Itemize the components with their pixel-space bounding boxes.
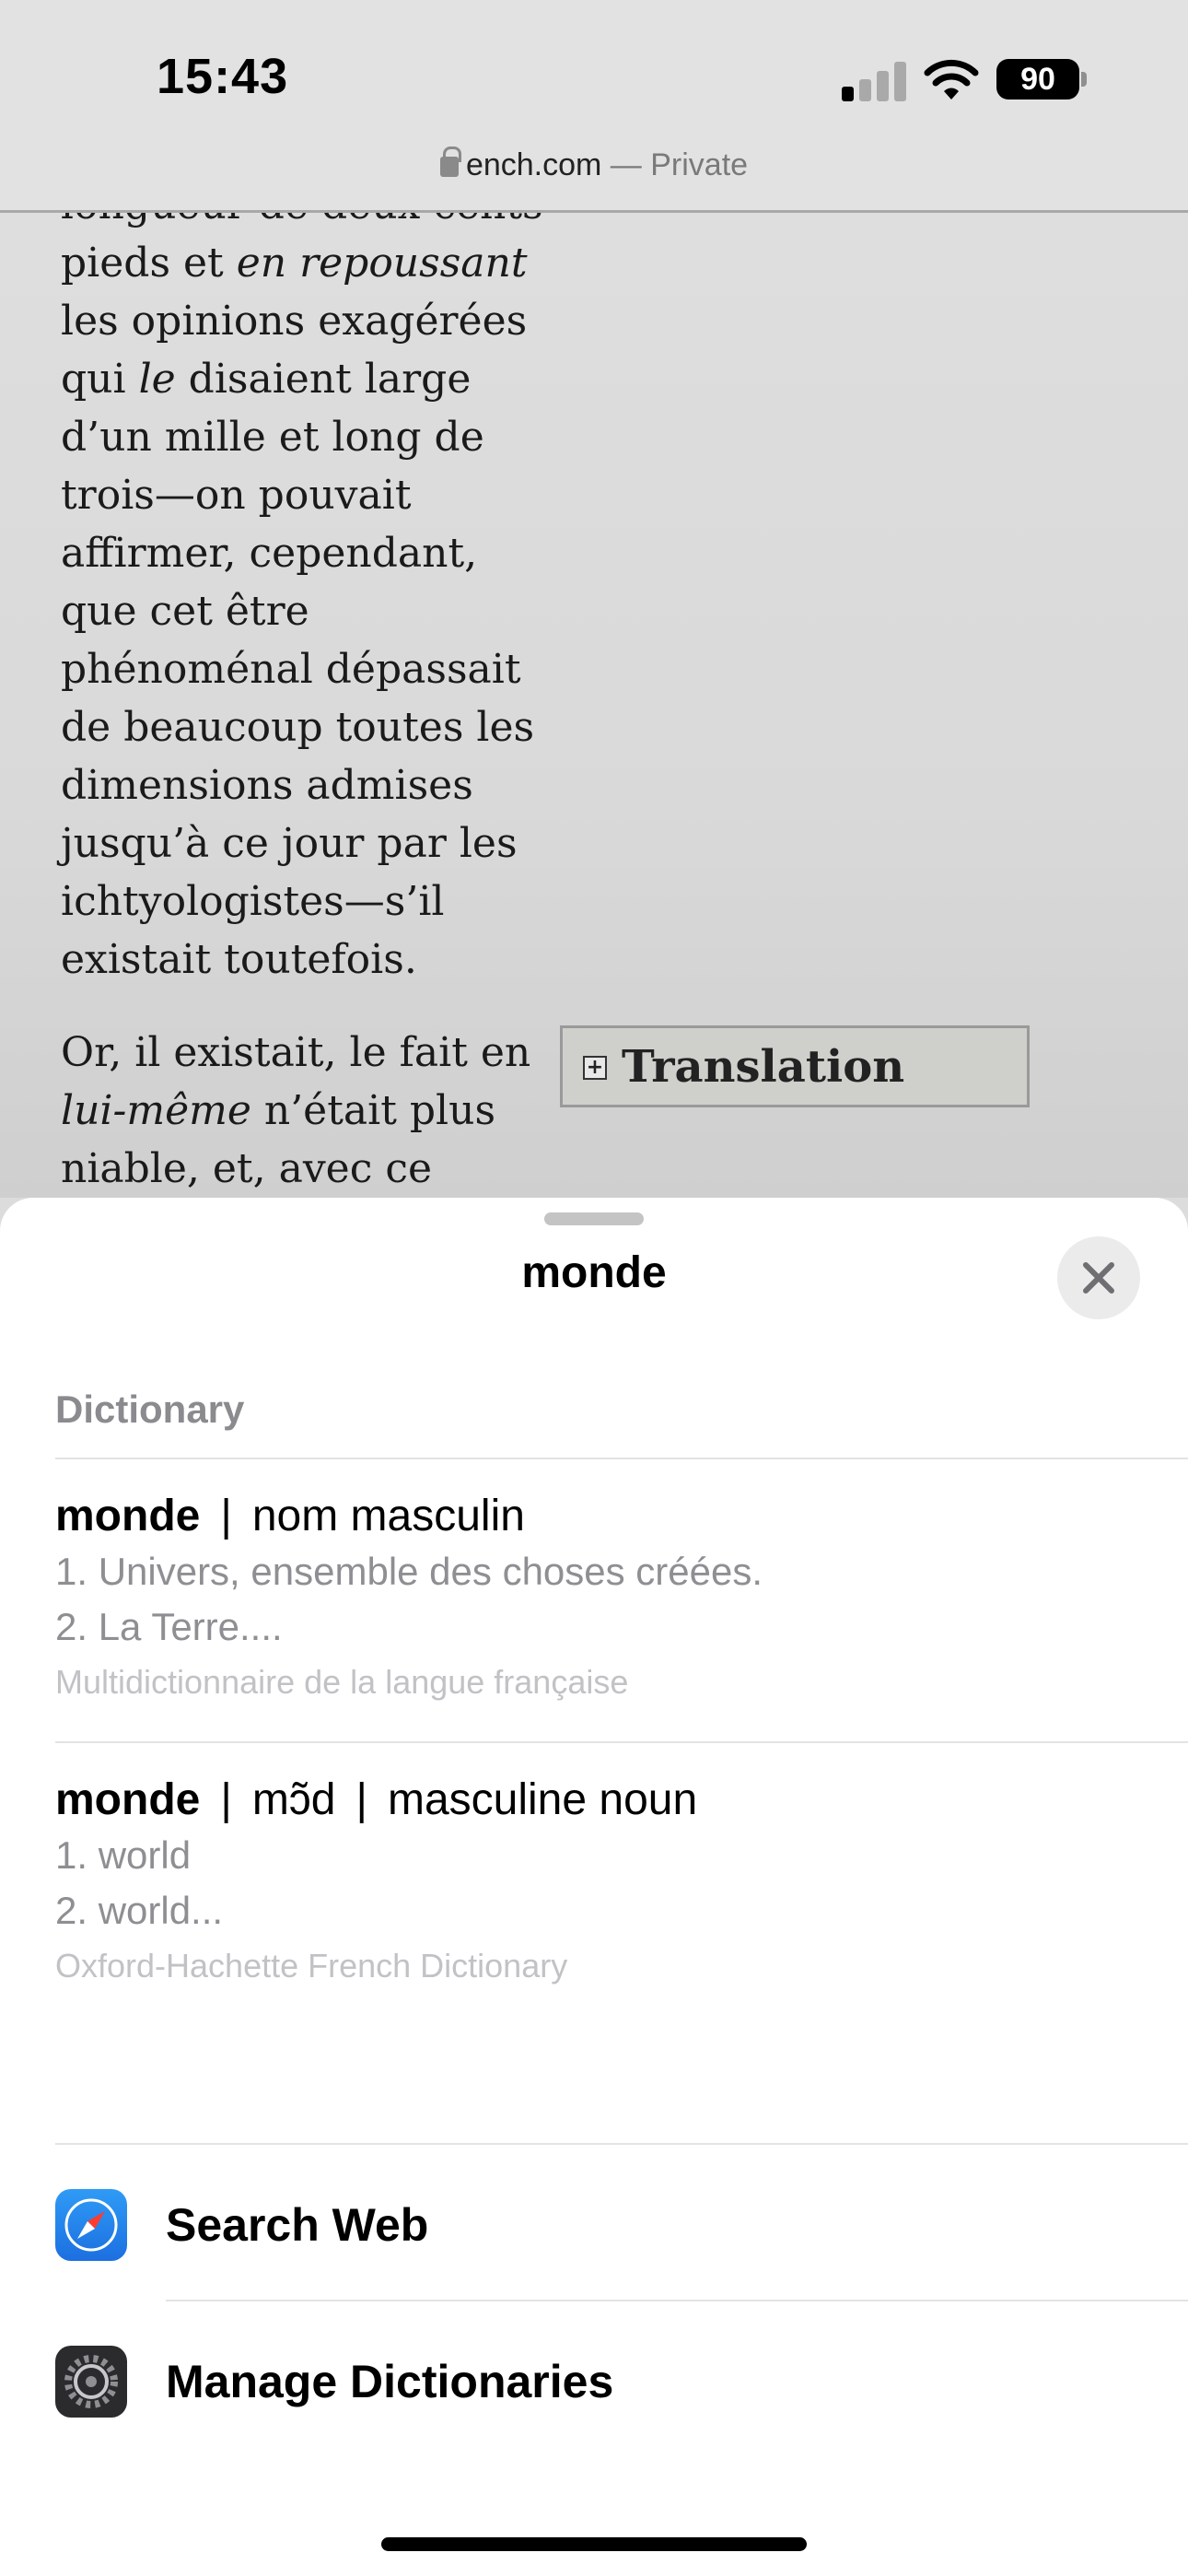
article-line: niable, et, avec ce xyxy=(61,1145,433,1192)
entry-pronunciation: mɔ̃d xyxy=(251,1775,336,1824)
entry-word: monde xyxy=(55,1775,201,1824)
status-bar: 15:43 90 xyxy=(0,0,1188,147)
home-indicator[interactable] xyxy=(381,2537,807,2551)
settings-gear-icon xyxy=(55,2346,127,2418)
article-line: pieds et en repoussant xyxy=(61,240,528,287)
article-line: lui-même n’était plus xyxy=(61,1087,496,1134)
translation-toggle[interactable]: + Translation xyxy=(560,1025,1030,1107)
search-web-button[interactable]: Search Web xyxy=(0,2147,1188,2301)
entry-grammar: masculine noun xyxy=(387,1775,698,1824)
article-line: ichtyologistes—s’il xyxy=(61,878,445,925)
article-line: que cet être xyxy=(61,588,309,635)
translation-label: Translation xyxy=(622,1041,905,1093)
entry-definition: 1. world xyxy=(55,1833,192,1877)
dictionary-entry[interactable]: monde | nom masculin 1. Univers, ensemble … xyxy=(55,1489,1142,1710)
article-content: longueur de deux cents pieds et en repous… xyxy=(0,213,1188,1198)
entry-source: Multidictionnaire de la langue française xyxy=(55,1663,629,1701)
entry-headline: monde | mɔ̃d | masculine noun xyxy=(55,1775,698,1824)
divider xyxy=(55,2143,1188,2145)
article-line: qui le disaient large xyxy=(61,356,472,403)
status-time: 15:43 xyxy=(157,49,289,104)
entry-definition: 1. Univers, ensemble des choses créées. xyxy=(55,1550,763,1593)
article-line: dimensions admises xyxy=(61,762,473,809)
dictionary-section-header: Dictionary xyxy=(55,1388,245,1431)
entry-headline: monde | nom masculin xyxy=(55,1492,525,1540)
article-line: Or, il existait, le fait en xyxy=(61,1029,531,1076)
sheet-grabber[interactable] xyxy=(544,1212,644,1225)
divider xyxy=(55,1741,1188,1743)
entry-grammar: nom masculin xyxy=(251,1492,525,1540)
cellular-signal-icon xyxy=(842,61,906,101)
lookup-sheet: monde Dictionary monde | nom masculin 1. U… xyxy=(0,1198,1188,2576)
search-web-label: Search Web xyxy=(166,2199,429,2251)
divider xyxy=(55,1458,1188,1459)
article-line: de beaucoup toutes les xyxy=(61,704,535,751)
article-line: trois—on pouvait xyxy=(61,472,412,519)
expand-plus-icon: + xyxy=(583,1056,607,1080)
battery-tip xyxy=(1081,72,1087,87)
lock-icon xyxy=(439,146,461,177)
divider xyxy=(166,2300,1188,2301)
close-icon xyxy=(1083,1262,1114,1294)
article-paragraph-2: Or, il existait, le fait en lui-même n’ét… xyxy=(61,1024,540,1198)
battery-indicator: 90 xyxy=(996,59,1079,100)
wifi-icon xyxy=(924,59,979,100)
entry-word: monde xyxy=(55,1492,201,1540)
dictionary-entry[interactable]: monde | mɔ̃d | masculine noun 1. world 2. wo… xyxy=(55,1773,1142,1994)
close-button[interactable] xyxy=(1057,1236,1140,1319)
article-line: jusqu’à ce jour par les xyxy=(61,820,518,867)
entry-definition: 2. La Terre.... xyxy=(55,1605,283,1648)
article-line: affirmer, cependant, xyxy=(61,530,478,577)
manage-dictionaries-label: Manage Dictionaries xyxy=(166,2356,614,2407)
entry-source: Oxford-Hachette French Dictionary xyxy=(55,1947,568,1985)
article-line: existait toutefois. xyxy=(61,936,417,983)
manage-dictionaries-button[interactable]: Manage Dictionaries xyxy=(0,2303,1188,2458)
sheet-title: monde xyxy=(521,1248,667,1297)
article-paragraph-1: longueur de deux cents pieds et en repous… xyxy=(61,213,543,989)
article-line: les opinions exagérées xyxy=(61,298,528,345)
url-bar[interactable]: ench.com — Private xyxy=(0,146,1188,210)
article-line: d’un mille et long de xyxy=(61,414,484,461)
article-line: longueur de deux cents xyxy=(61,213,543,234)
private-label: — Private xyxy=(610,147,749,182)
safari-icon xyxy=(55,2189,127,2261)
url-domain: ench.com xyxy=(465,147,602,182)
entry-definition: 2. world... xyxy=(55,1889,224,1932)
article-line: phénoménal dépassait xyxy=(61,646,521,693)
